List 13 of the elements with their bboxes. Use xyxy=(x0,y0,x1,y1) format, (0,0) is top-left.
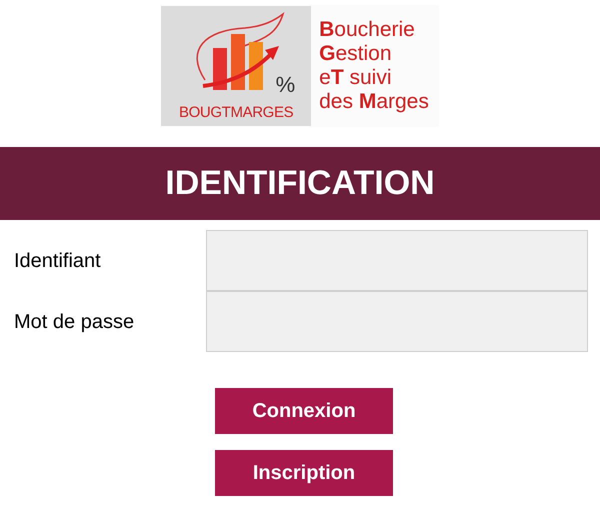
input-field[interactable] xyxy=(206,230,588,291)
percent-symbol: % xyxy=(276,74,296,96)
logo-tagline: Gestion xyxy=(319,42,393,66)
logo-tagline: Boucherie xyxy=(319,18,416,42)
submit-button[interactable]: Inscription xyxy=(215,450,393,496)
input-field[interactable] xyxy=(206,291,588,352)
page-title: IDENTIFICATION xyxy=(165,163,435,204)
submit-button[interactable]: Connexion xyxy=(215,388,393,434)
logo-tagline: des Marges xyxy=(319,90,429,114)
field-label: Mot de passe xyxy=(13,310,136,334)
logo-wordmark: BOUGTMARGES xyxy=(179,105,294,120)
logo-tagline: eT suivi xyxy=(319,66,392,90)
field-label: Identifiant xyxy=(13,248,102,274)
